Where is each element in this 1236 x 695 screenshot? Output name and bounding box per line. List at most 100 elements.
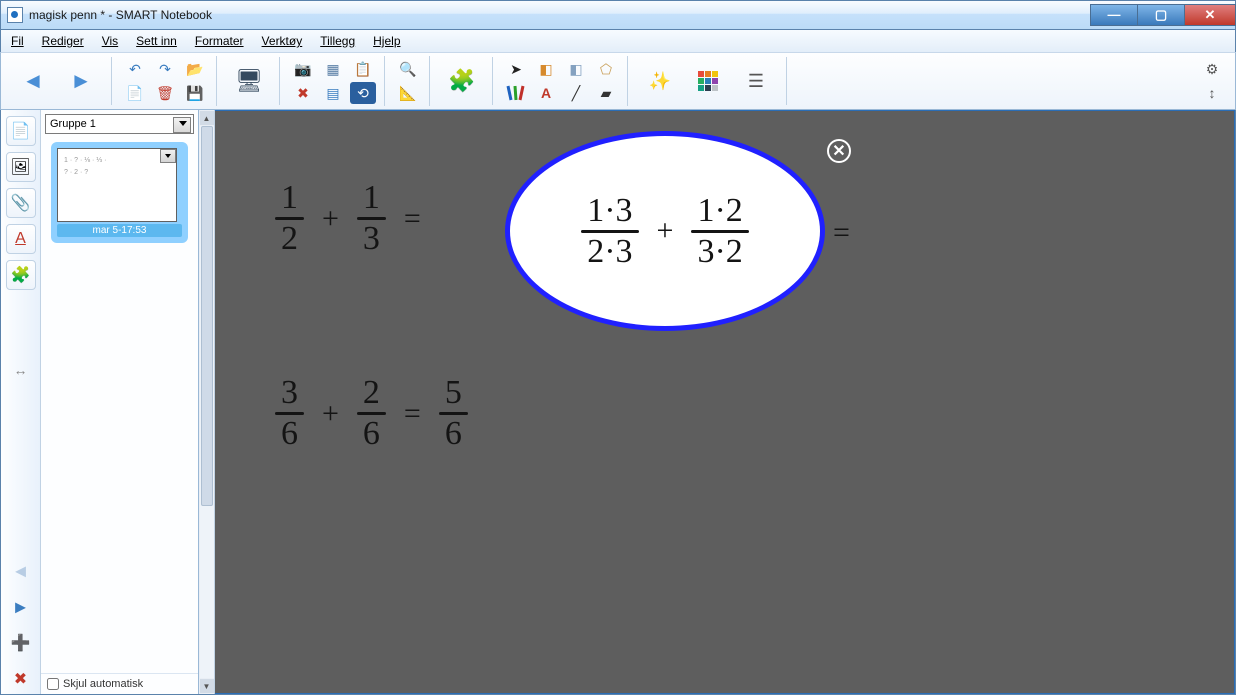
chevron-down-icon — [179, 121, 187, 126]
addon-button[interactable]: 🧩 — [440, 59, 484, 103]
table-icon: ▦ — [326, 61, 339, 78]
response-button[interactable]: 📋 — [350, 58, 376, 80]
scroll-down-button[interactable]: ▼ — [200, 679, 214, 693]
titlebar: magisk penn * - SMART Notebook — ▢ ✕ — [0, 0, 1236, 30]
fraction: 1 3 — [357, 181, 386, 256]
minimize-button[interactable]: — — [1090, 4, 1138, 26]
sidebar-footer: Skjul automatisk — [41, 673, 198, 694]
eraser-tool-button[interactable]: ◧ — [563, 58, 589, 80]
menu-insert[interactable]: Sett inn — [132, 32, 181, 50]
menu-edit[interactable]: Rediger — [38, 32, 88, 50]
maximize-button[interactable]: ▢ — [1137, 4, 1185, 26]
canvas[interactable]: 1 2 + 1 3 = 1·3 2·3 — [215, 110, 1235, 694]
fraction: 1 2 — [275, 181, 304, 256]
delete-icon: ✖ — [14, 669, 27, 689]
select-tool-button[interactable]: ➤ — [503, 58, 529, 80]
scroll-thumb[interactable] — [201, 126, 213, 506]
undo-button[interactable]: ↶ — [122, 58, 148, 80]
equation-2: 3 6 + 2 6 = 5 6 — [275, 376, 468, 451]
measure-button[interactable]: 📐 — [395, 82, 421, 104]
measure-icon: 📐 — [399, 85, 416, 102]
arrow-left-icon: ◄ — [12, 561, 30, 582]
menu-tools[interactable]: Verktøy — [258, 32, 307, 50]
menu-help[interactable]: Hjelp — [369, 32, 404, 50]
sidebar-prev-button[interactable]: ◄ — [6, 556, 36, 586]
page-menu-button[interactable] — [160, 149, 176, 163]
fraction: 3 6 — [275, 376, 304, 451]
props-icon: ☰ — [748, 71, 764, 92]
reset-page-button[interactable]: ⟲ — [350, 82, 376, 104]
close-button[interactable]: ✕ — [1184, 4, 1236, 26]
settings-button[interactable]: ⚙ — [1199, 58, 1225, 80]
pen-tool-button[interactable] — [503, 82, 529, 104]
save-button[interactable]: 💾 — [182, 82, 208, 104]
move-icon: ↕ — [1209, 85, 1216, 101]
move-toolbar-button[interactable]: ↕ — [1199, 82, 1225, 104]
grid-button[interactable]: ▤ — [320, 82, 346, 104]
sidebar-resize-handle[interactable]: ↔ — [14, 362, 28, 378]
page-icon: 📄 — [11, 121, 31, 141]
insert-table-button[interactable]: ▦ — [320, 58, 346, 80]
plus-sign: + — [322, 397, 339, 431]
equals-sign: = — [833, 216, 850, 250]
sidebar-delete-button[interactable]: ✖ — [6, 664, 36, 694]
tab-addons[interactable]: 🧩 — [6, 260, 36, 290]
delete-button[interactable]: ✖ — [290, 82, 316, 104]
open-button[interactable]: 📂 — [182, 58, 208, 80]
prev-page-button[interactable]: ◄ — [11, 59, 55, 103]
grid-icon: ▤ — [326, 85, 339, 102]
response-icon: 📋 — [354, 61, 371, 78]
scroll-track[interactable] — [200, 126, 214, 678]
line-tool-button[interactable]: ╱ — [563, 82, 589, 104]
group-select-label: Gruppe 1 — [50, 118, 96, 130]
folder-open-icon: 📂 — [186, 61, 203, 78]
color-button[interactable] — [686, 59, 730, 103]
tab-properties[interactable]: A — [6, 224, 36, 254]
new-page-button[interactable]: 📄 — [122, 82, 148, 104]
group-select[interactable]: Gruppe 1 — [45, 114, 194, 134]
tab-page-sorter[interactable]: 📄 — [6, 116, 36, 146]
next-page-button[interactable]: ► — [59, 59, 103, 103]
text-tool-button[interactable]: A — [533, 82, 559, 104]
thumbnail-timestamp: mar 5-17:53 — [57, 224, 182, 237]
scroll-up-button[interactable]: ▲ — [200, 111, 214, 125]
capture-button[interactable]: 🔍 — [395, 58, 421, 80]
text-props-icon: A — [15, 230, 26, 248]
line-icon: ╱ — [572, 85, 580, 102]
tab-gallery[interactable]: 🖼 — [6, 152, 36, 182]
thumb-mini-text: ? · 2 · ? — [64, 169, 88, 176]
menu-format[interactable]: Formater — [191, 32, 248, 50]
sidebar-next-button[interactable]: ► — [6, 592, 36, 622]
page-thumbnail[interactable]: 1 · ? · ⅛ · ⅓ · ? · 2 · ? mar 5-17:53 — [51, 142, 188, 243]
sidebar-add-button[interactable]: ➕ — [6, 628, 36, 658]
properties-button[interactable]: ☰ — [734, 59, 778, 103]
thumb-mini-text: 1 · ? · ⅛ · ⅓ · — [64, 157, 106, 164]
menu-addons[interactable]: Tillegg — [316, 32, 359, 50]
fraction: 2 6 — [357, 376, 386, 451]
gear-icon: ⚙ — [1206, 61, 1219, 78]
equation-1-spotlight: 1·3 2·3 + 1·2 3·2 — [581, 194, 749, 269]
screenshade-button[interactable]: 🖥 — [227, 59, 271, 103]
delete-page-button[interactable]: 🗑 — [152, 82, 178, 104]
fill-icon: ▰ — [601, 85, 612, 102]
menu-file[interactable]: Fil — [7, 32, 28, 50]
toolbar: ◄ ► ↶ ↷ 📂 📄 🗑 💾 🖥 📷 ▦ 📋 ✖ — [0, 52, 1236, 110]
doccam-icon: 📷 — [294, 61, 311, 78]
tab-attachments[interactable]: 📎 — [6, 188, 36, 218]
spotlight-close-button[interactable]: ✕ — [827, 139, 851, 163]
fraction: 5 6 — [439, 376, 468, 451]
doccam-button[interactable]: 📷 — [290, 58, 316, 80]
menu-view[interactable]: Vis — [98, 32, 122, 50]
pens-icon — [505, 84, 527, 102]
vertical-scrollbar[interactable]: ▲ ▼ — [199, 110, 215, 694]
auto-hide-label: Skjul automatisk — [63, 678, 143, 690]
magic-pen-spotlight[interactable]: 1·3 2·3 + 1·2 3·2 — [505, 131, 825, 331]
magic-pen-button[interactable]: ✨ — [638, 59, 682, 103]
auto-hide-checkbox[interactable] — [47, 678, 59, 690]
fill-tool-button[interactable]: ▰ — [593, 82, 619, 104]
regpoly-tool-button[interactable]: ⬠ — [593, 58, 619, 80]
redo-button[interactable]: ↷ — [152, 58, 178, 80]
fraction: 1·3 2·3 — [581, 194, 638, 269]
shape-tool-button[interactable]: ◧ — [533, 58, 559, 80]
color-grid-icon — [697, 70, 719, 92]
